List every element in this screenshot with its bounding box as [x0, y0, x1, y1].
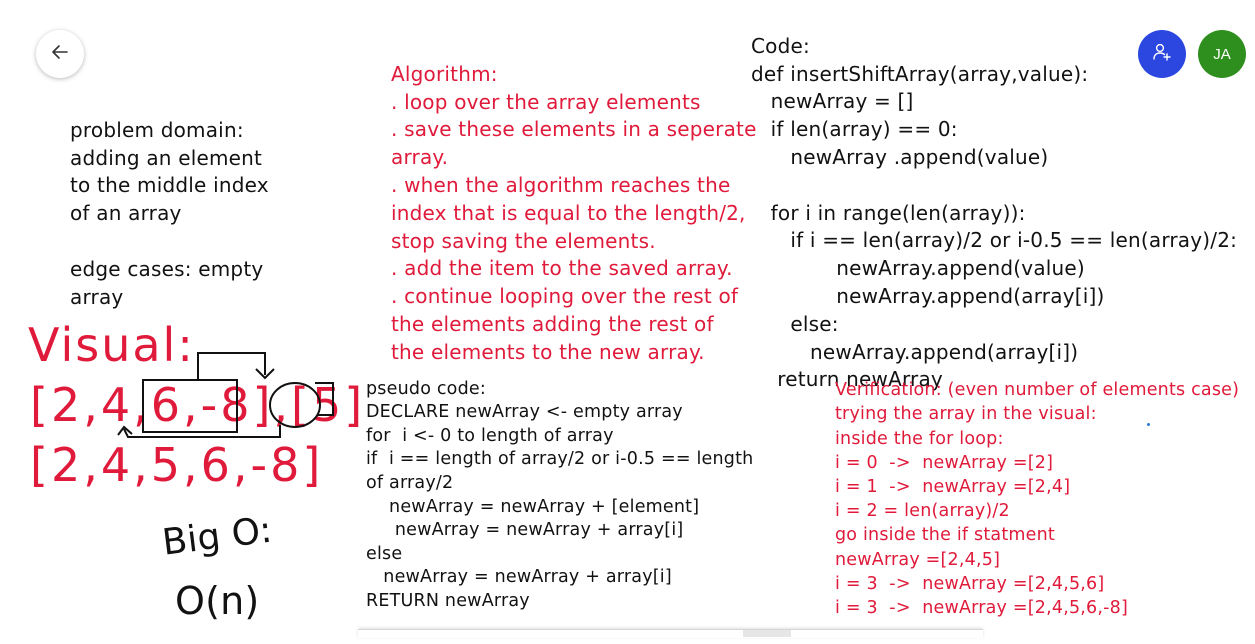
verification-line: trying the array in the visual: [835, 404, 1097, 425]
verification-line: i = 0 -> newArray =[2] [835, 452, 1054, 473]
algorithm-line: the elements adding the rest of [391, 311, 714, 336]
pseudo-line: pseudo code: [366, 378, 486, 399]
pseudo-code-note: pseudo code: DECLARE newArray <- empty ar… [366, 354, 753, 637]
algorithm-line: Algorithm: [391, 61, 498, 86]
code-line: for i in range(len(array)): [751, 200, 1026, 225]
algorithm-note: Algorithm: . loop over the array elements… [391, 33, 757, 394]
code-line: if len(array) == 0: [751, 117, 958, 142]
verification-line: i = 3 -> newArray =[2,4,5,6] [835, 573, 1105, 594]
code-line: else: [751, 311, 839, 336]
algorithm-line: . when the algorithm reaches the [391, 172, 731, 197]
algorithm-line: . save these elements in a seperate [391, 117, 757, 142]
note-line: problem domain: [70, 117, 244, 142]
pseudo-line: else [366, 543, 403, 564]
arrow-left-icon [50, 42, 70, 66]
algorithm-line: index that is equal to the length/2, [391, 200, 746, 225]
pseudo-line: newArray = newArray + array[i] [366, 567, 672, 588]
back-button[interactable] [36, 30, 84, 78]
algorithm-line: . loop over the array elements [391, 89, 701, 114]
visual-sketch [110, 345, 350, 459]
problem-domain-note: problem domain: adding an element to the m… [70, 89, 269, 339]
pseudo-line: if i == length of array/2 or i-0.5 == le… [366, 449, 754, 470]
code-line: newArray .append(value) [751, 144, 1049, 169]
verification-line: i = 1 -> newArray =[2,4] [835, 477, 1071, 498]
code-line: newArray = [] [751, 89, 914, 114]
pseudo-line: DECLARE newArray <- empty array [366, 402, 683, 423]
pseudo-line: RETURN newArray [366, 590, 530, 611]
algorithm-line: array. [391, 145, 449, 170]
note-line [70, 228, 269, 256]
verification-line: inside the for loop: [835, 428, 1004, 449]
note-line: to the middle index [70, 173, 269, 198]
code-line: newArray.append(array[i]) [751, 283, 1105, 308]
note-line: array [70, 284, 124, 309]
pseudo-line: of array/2 [366, 472, 454, 493]
verification-line: go inside the if statment [835, 525, 1055, 546]
code-line: if i == len(array)/2 or i-0.5 == len(arr… [751, 228, 1238, 253]
algorithm-line: . continue looping over the rest of [391, 284, 739, 309]
code-line: newArray.append(value) [751, 256, 1085, 281]
algorithm-line: . add the item to the saved array. [391, 256, 733, 281]
big-o-value: O(n) [175, 579, 260, 623]
ink-dot [1147, 423, 1150, 426]
note-line: adding an element [70, 145, 263, 170]
verification-line: Verification: (even number of elements c… [835, 380, 1240, 401]
note-line: of an array [70, 201, 182, 226]
code-line: Code: [751, 33, 810, 58]
verification-line: i = 2 = len(array)/2 [835, 501, 1010, 522]
verification-line: i = 3 -> newArray =[2,4,5,6,-8] [835, 598, 1129, 619]
toolbar-active-segment[interactable] [743, 630, 791, 637]
verification-note: Verification: (even number of elements c… [835, 354, 1239, 644]
pseudo-line: newArray = newArray + [element] [366, 496, 700, 517]
algorithm-line: stop saving the elements. [391, 228, 656, 253]
code-line: def insertShiftArray(array,value): [751, 61, 1089, 86]
pseudo-line: newArray = newArray + array[i] [366, 520, 684, 541]
big-o-title: Big O: [160, 509, 275, 564]
note-line: edge cases: empty [70, 256, 264, 281]
verification-line: newArray =[2,4,5] [835, 549, 1001, 570]
pseudo-line: for i <- 0 to length of array [366, 425, 614, 446]
